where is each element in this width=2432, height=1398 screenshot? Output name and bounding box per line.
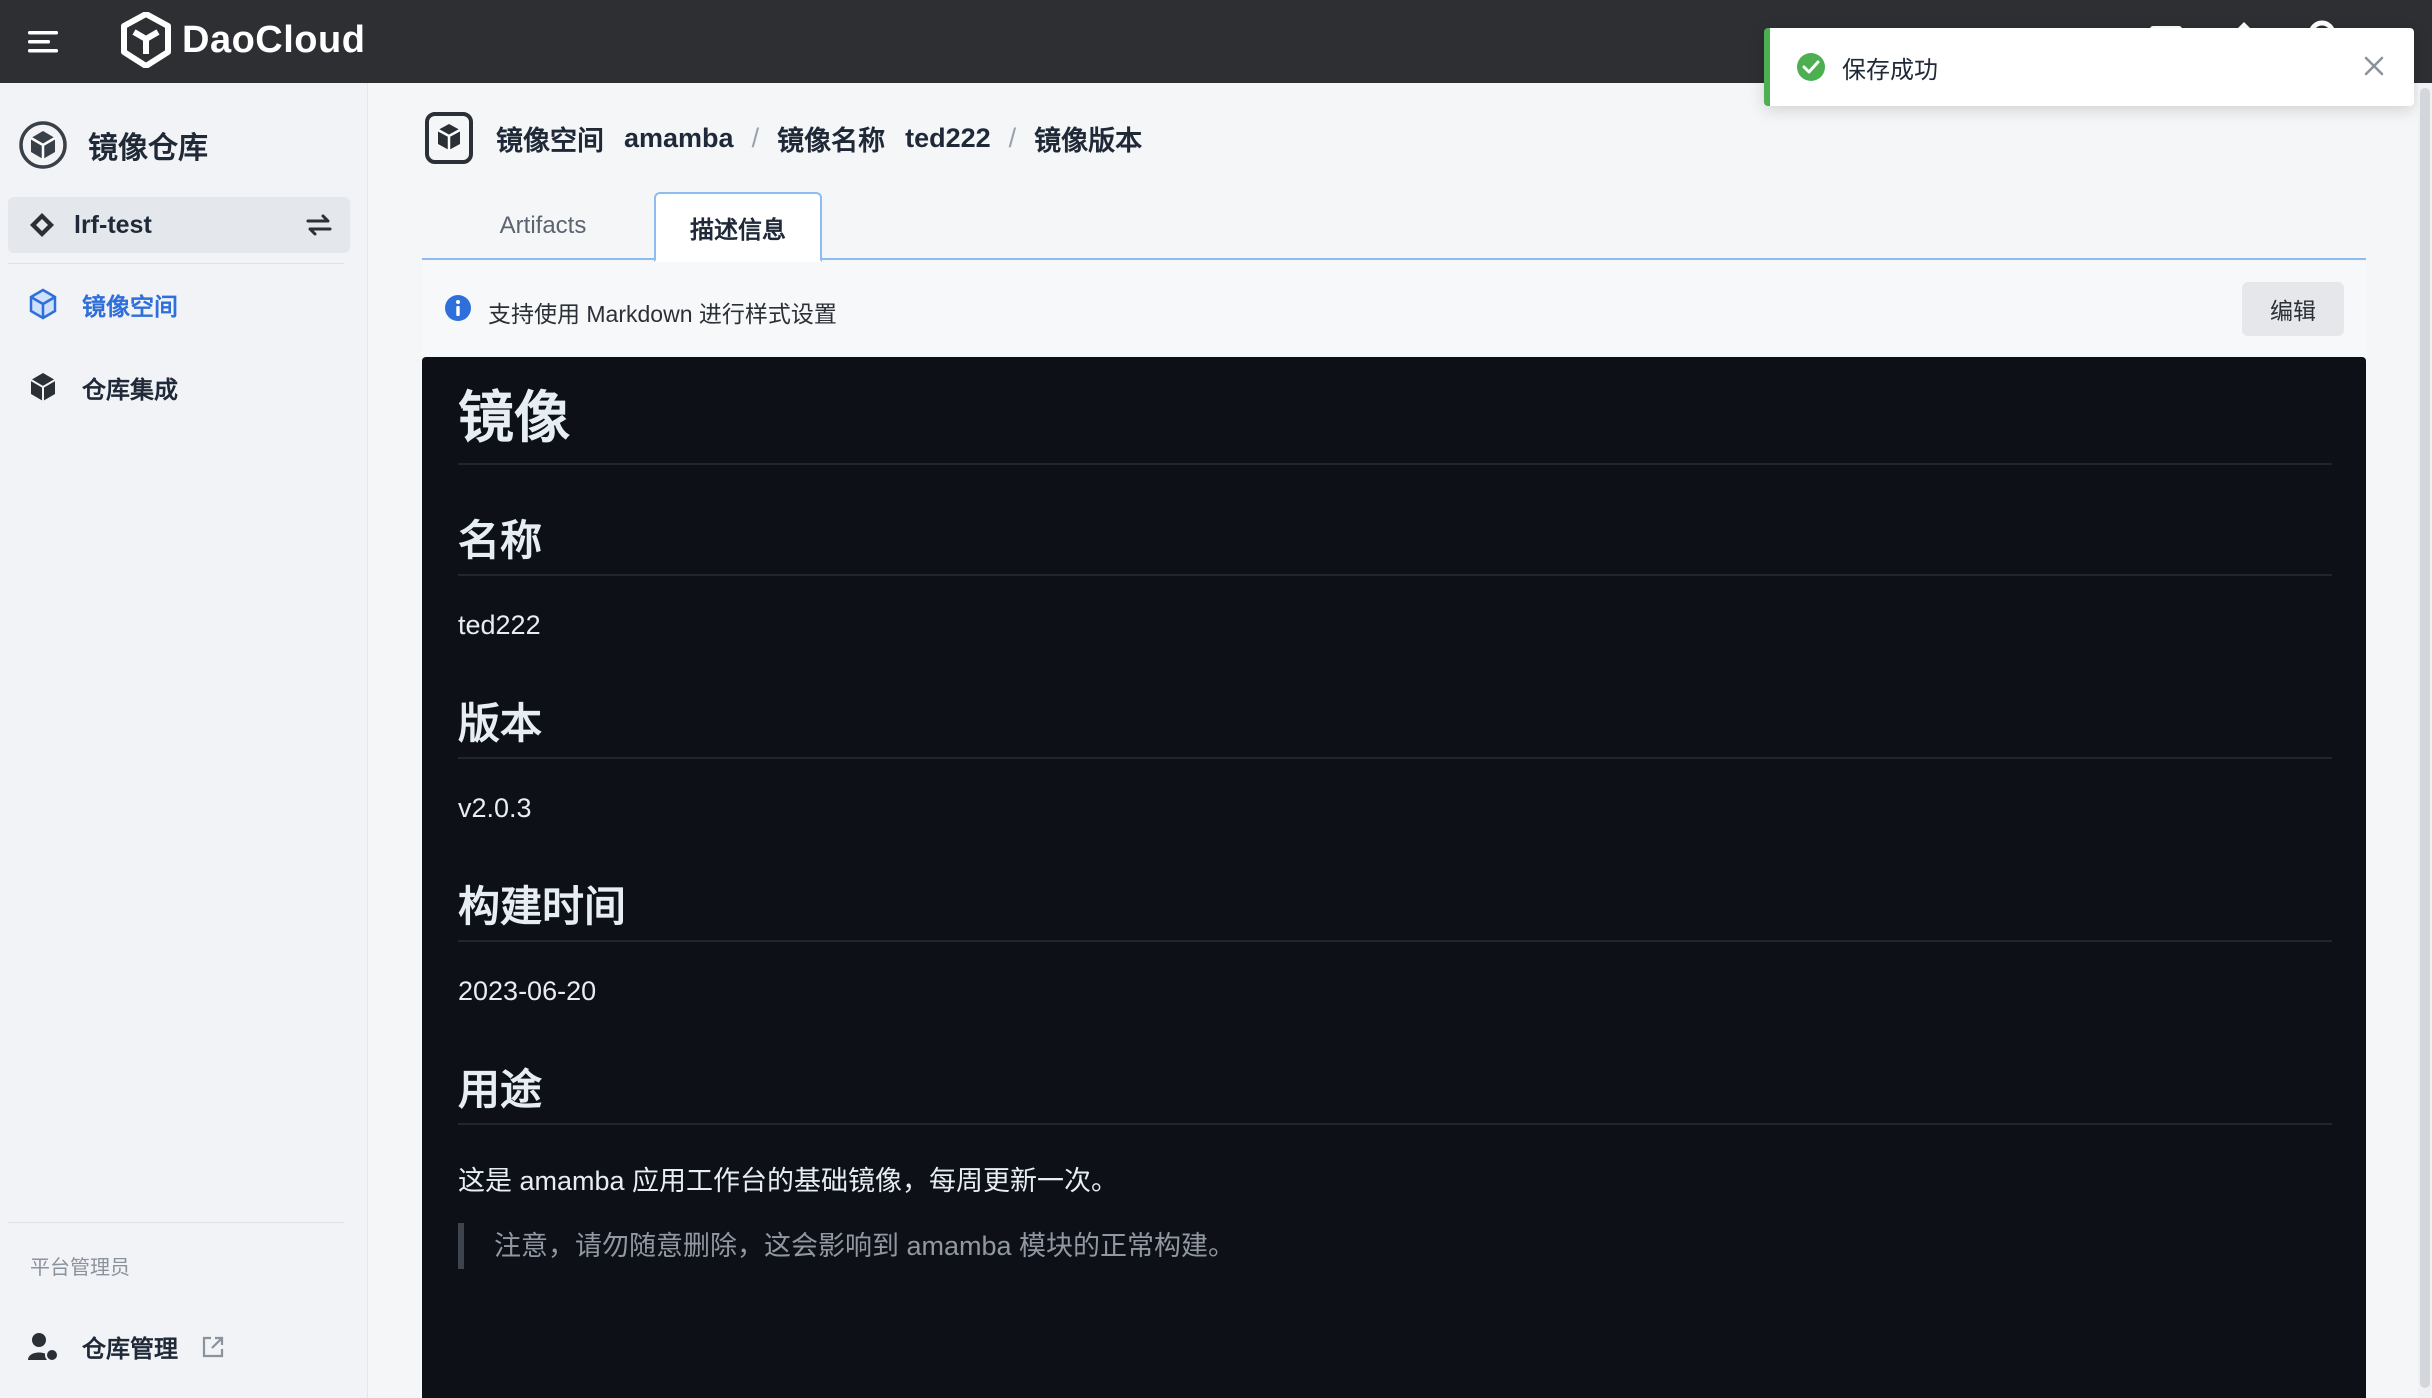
success-check-icon [1797, 53, 1825, 81]
breadcrumb-space-label[interactable]: 镜像空间 [496, 119, 604, 158]
sidebar: 镜像仓库 lrf-test 镜像空间 仓库集成 平台管理员 仓库管理 [0, 83, 368, 1398]
md-rule [458, 463, 2332, 465]
sidebar-item-registry-integration[interactable]: 仓库集成 [26, 367, 178, 407]
md-rule [458, 757, 2332, 759]
workspace-switcher[interactable]: lrf-test [8, 197, 350, 253]
breadcrumb-separator: / [751, 122, 760, 153]
md-rule [458, 574, 2332, 576]
registry-logo-icon [19, 121, 67, 169]
cube-icon [29, 288, 57, 320]
breadcrumb-name-value[interactable]: ted222 [905, 123, 991, 154]
md-body-name: ted222 [458, 610, 541, 640]
info-text: 支持使用 Markdown 进行样式设置 [488, 301, 837, 327]
edit-button[interactable]: 编辑 [2242, 282, 2344, 336]
breadcrumb-space-value[interactable]: amamba [624, 123, 734, 154]
brand-name: DaoCloud [182, 18, 366, 61]
sidebar-item-image-space[interactable]: 镜像空间 [26, 284, 178, 324]
workspace-name: lrf-test [74, 210, 152, 239]
md-h1: 镜像 [458, 386, 570, 449]
sidebar-section-label: 平台管理员 [30, 1257, 130, 1279]
image-cube-icon [425, 112, 473, 164]
md-blockquote: 注意，请勿随意删除，这会影响到 amamba 模块的正常构建。 [458, 1223, 1235, 1269]
md-rule [458, 940, 2332, 942]
sidebar-item-label: 仓库管理 [82, 1336, 178, 1363]
daocloud-logo-icon [121, 12, 171, 68]
page-scrollbar-thumb[interactable] [2420, 88, 2430, 1388]
box-icon [30, 373, 56, 401]
md-heading-purpose: 用途 [458, 1066, 543, 1113]
markdown-info-bar: 支持使用 Markdown 进行样式设置 编辑 [422, 262, 2366, 356]
md-body-purpose: 这是 amamba 应用工作台的基础镜像，每周更新一次。 [458, 1166, 1119, 1196]
brand-logo[interactable]: DaoCloud [120, 12, 365, 68]
tab-description[interactable]: 描述信息 [654, 192, 822, 262]
sidebar-header: 镜像仓库 [18, 120, 208, 170]
markdown-preview: 镜像 名称 ted222 版本 v2.0.3 构建时间 2023-06-20 用… [422, 357, 2366, 1398]
external-link-icon [202, 1336, 224, 1357]
toast-message: 保存成功 [1842, 56, 1938, 84]
sidebar-item-registry-management[interactable]: 仓库管理 [26, 1329, 226, 1364]
sidebar-item-label: 仓库集成 [82, 376, 178, 404]
hamburger-menu-icon[interactable] [26, 24, 62, 60]
workspace-icon [30, 213, 54, 237]
breadcrumb: 镜像空间 amamba / 镜像名称 ted222 / 镜像版本 [424, 110, 1142, 166]
sidebar-divider [8, 1222, 344, 1223]
sidebar-divider [8, 263, 344, 264]
sidebar-item-label: 镜像空间 [82, 293, 178, 321]
close-icon[interactable] [2360, 52, 2388, 80]
breadcrumb-separator: / [1008, 122, 1017, 153]
md-body-version: v2.0.3 [458, 793, 532, 823]
success-toast: 保存成功 [1764, 28, 2414, 106]
tab-artifacts[interactable]: Artifacts [448, 192, 638, 260]
info-icon [445, 295, 471, 321]
sidebar-title: 镜像仓库 [88, 132, 208, 165]
breadcrumb-current: 镜像版本 [1034, 125, 1143, 156]
md-body-build-time: 2023-06-20 [458, 976, 597, 1006]
switch-icon[interactable] [304, 211, 334, 239]
breadcrumb-name-label[interactable]: 镜像名称 [777, 119, 885, 158]
md-heading-build-time: 构建时间 [458, 883, 627, 930]
md-heading-version: 版本 [458, 700, 543, 747]
md-rule [458, 1123, 2332, 1125]
md-heading-name: 名称 [458, 517, 543, 564]
admin-user-icon [28, 1332, 59, 1362]
tab-bar: Artifacts 描述信息 [422, 192, 2366, 262]
